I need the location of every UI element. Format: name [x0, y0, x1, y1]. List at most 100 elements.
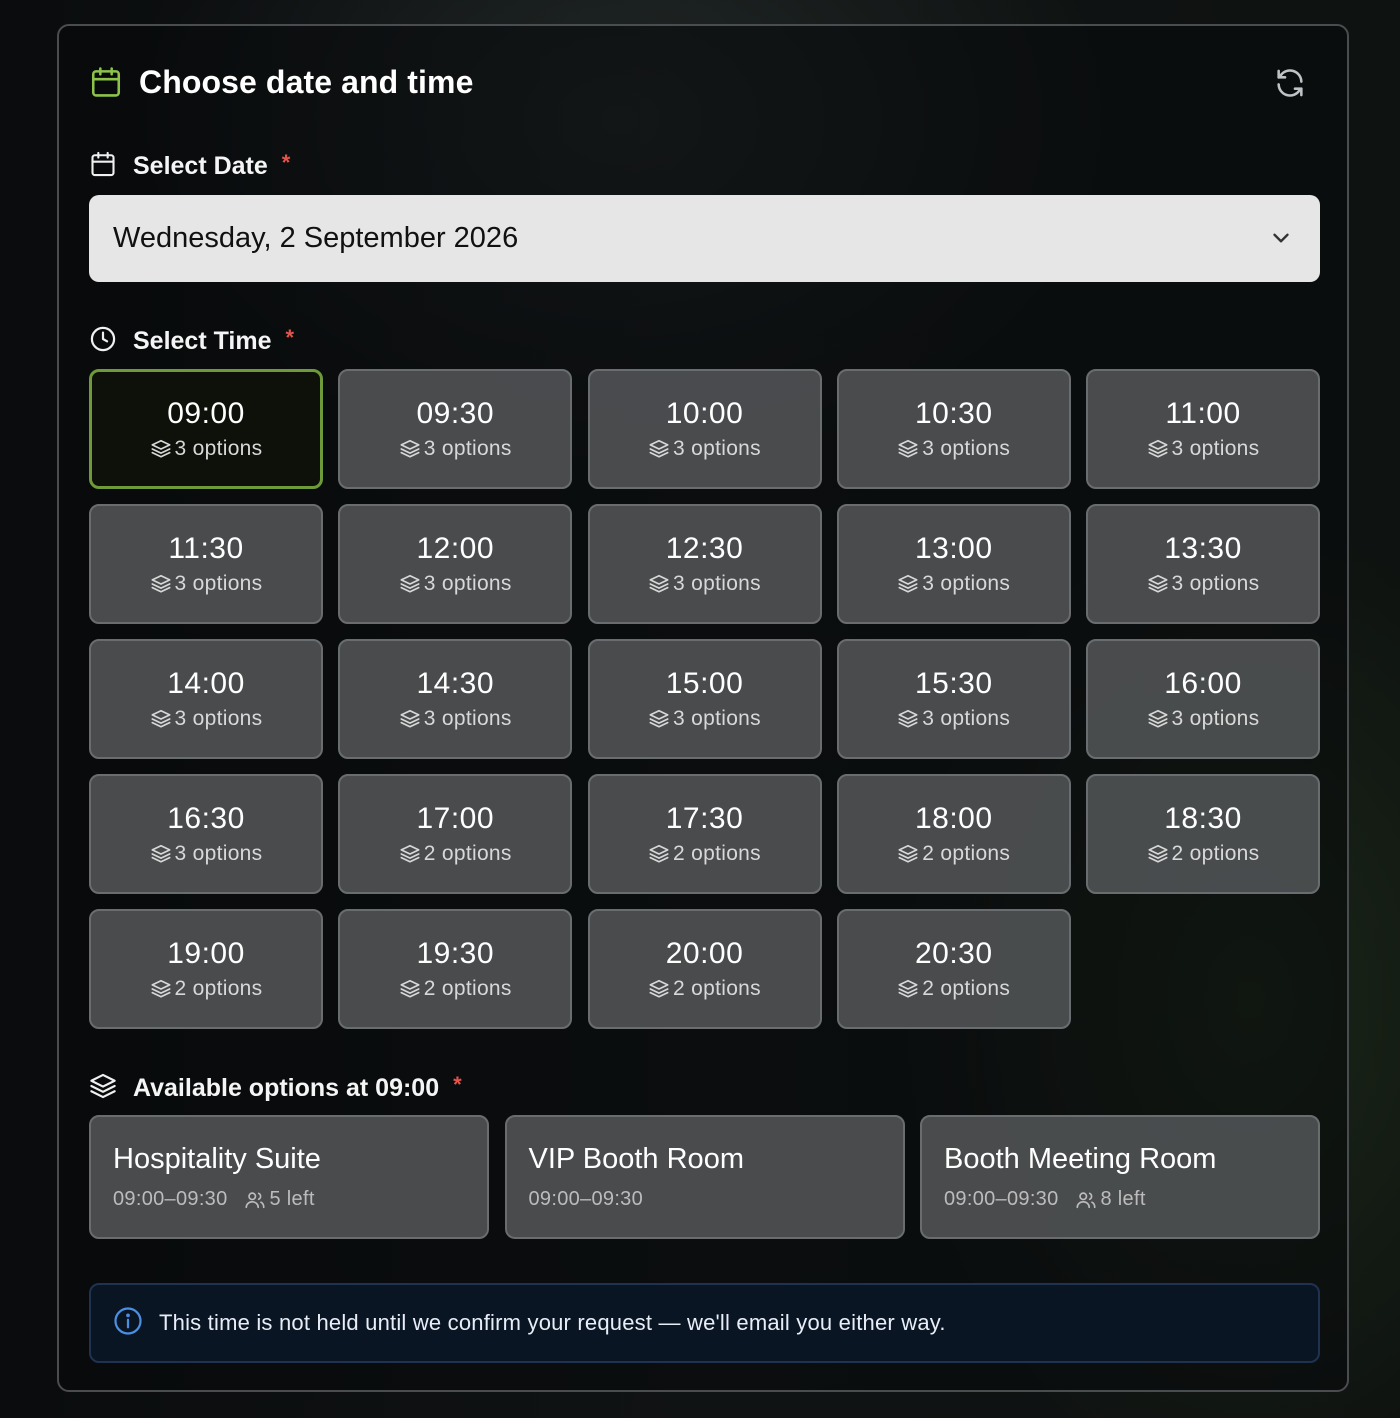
calendar-small-icon [89, 150, 117, 183]
layers-icon [150, 708, 175, 730]
select-time-label: Select Time [133, 327, 272, 355]
time-slot-options: 3 options [897, 572, 1010, 596]
time-slot-time: 12:30 [665, 532, 744, 565]
option-card[interactable]: Hospitality Suite 09:00–09:30 5 left [89, 1115, 489, 1239]
time-slot-time: 14:00 [167, 667, 245, 700]
required-marker: * [453, 1071, 462, 1097]
options-grid: Hospitality Suite 09:00–09:30 5 left VIP Bo… [89, 1115, 1320, 1239]
time-slot-options-count: 3 options [1171, 437, 1260, 460]
time-slot-button[interactable]: 20:00 2 options [587, 909, 822, 1029]
time-slot-options-count: 3 options [922, 437, 1011, 460]
time-slot-button[interactable]: 12:30 3 options [587, 504, 822, 624]
time-slot-button[interactable]: 16:00 3 options [1086, 639, 1320, 759]
time-slot-time: 11:30 [168, 532, 244, 565]
time-slot-options-count: 3 options [922, 572, 1011, 595]
time-slot-button[interactable]: 18:00 2 options [836, 774, 1071, 894]
time-slot-options-count: 2 options [1171, 842, 1260, 865]
time-slot-button[interactable]: 13:00 3 options [836, 504, 1071, 624]
time-slot-options-count: 3 options [423, 707, 512, 730]
time-slot-options: 3 options [399, 572, 512, 596]
time-slot-time: 12:00 [416, 532, 495, 565]
time-slot-time: 15:30 [914, 667, 993, 700]
time-slot-button[interactable]: 11:00 3 options [1086, 369, 1320, 489]
time-slot-button[interactable]: 09:00 3 options [89, 369, 323, 489]
options-label-row: Available options at 09:00 * [89, 1072, 462, 1105]
option-capacity-count: 5 left [269, 1188, 315, 1210]
time-slot-options: 2 options [150, 977, 263, 1001]
option-time-range: 09:00–09:30 [113, 1188, 228, 1210]
time-slot-time: 18:00 [914, 802, 993, 835]
time-slot-options-count: 3 options [423, 437, 512, 460]
time-slot-options: 2 options [399, 977, 512, 1001]
layers-icon [648, 573, 673, 595]
option-capacity: 5 left [244, 1188, 315, 1211]
layers-icon [897, 978, 922, 1000]
layers-icon [897, 843, 922, 865]
users-icon [244, 1189, 270, 1211]
option-name: VIP Booth Room [528, 1143, 744, 1175]
time-slot-options: 3 options [648, 572, 761, 596]
option-name: Hospitality Suite [113, 1143, 321, 1175]
options-label: Available options at 09:00 [133, 1074, 440, 1102]
time-slot-button[interactable]: 19:00 2 options [89, 909, 323, 1029]
time-slot-button[interactable]: 17:30 2 options [587, 774, 822, 894]
time-slot-button[interactable]: 14:00 3 options [89, 639, 323, 759]
time-slot-options: 3 options [399, 437, 512, 461]
layers-icon [897, 708, 922, 730]
date-select[interactable]: Wednesday, 2 September 2026 [89, 195, 1320, 282]
time-slot-options-count: 3 options [673, 572, 761, 595]
booking-card: Choose date and time Select Date * Wedne… [57, 24, 1349, 1392]
time-slot-button[interactable]: 10:30 3 options [836, 369, 1071, 489]
time-slot-button[interactable]: 10:00 3 options [587, 369, 822, 489]
refresh-icon[interactable] [1273, 66, 1307, 100]
time-slot-button[interactable]: 18:30 2 options [1086, 774, 1320, 894]
layers-icon [399, 438, 424, 460]
time-slot-time: 10:00 [665, 397, 744, 430]
time-slot-options: 3 options [150, 842, 263, 866]
time-slot-options-count: 3 options [174, 842, 263, 865]
layers-icon [399, 573, 424, 595]
time-slot-button[interactable]: 15:30 3 options [836, 639, 1071, 759]
option-card[interactable]: VIP Booth Room 09:00–09:30 [504, 1115, 905, 1239]
time-slot-options: 3 options [897, 707, 1010, 731]
time-slot-button[interactable]: 11:30 3 options [89, 504, 323, 624]
notice-banner: This time is not held until we confirm y… [89, 1283, 1320, 1363]
clock-icon [89, 325, 117, 358]
option-capacity: 8 left [1075, 1188, 1146, 1211]
calendar-icon [89, 65, 123, 99]
required-marker: * [285, 324, 295, 350]
time-slot-options-count: 2 options [423, 977, 512, 1000]
time-slot-button[interactable]: 09:30 3 options [338, 369, 573, 489]
time-slot-options: 3 options [648, 437, 761, 461]
layers-icon [150, 438, 175, 460]
time-slot-options: 3 options [150, 572, 263, 596]
layers-icon [399, 843, 424, 865]
time-slot-button[interactable]: 16:30 3 options [89, 774, 323, 894]
select-time-label-row: Select Time * [89, 325, 294, 358]
time-slot-button[interactable]: 14:30 3 options [338, 639, 573, 759]
required-marker: * [281, 149, 291, 175]
time-slot-button[interactable]: 19:30 2 options [338, 909, 573, 1029]
time-slot-time: 20:30 [914, 937, 993, 970]
time-slot-button[interactable]: 20:30 2 options [836, 909, 1071, 1029]
option-capacity-count: 8 left [1100, 1188, 1146, 1210]
time-slot-button[interactable]: 12:00 3 options [338, 504, 573, 624]
time-slot-button[interactable]: 15:00 3 options [587, 639, 822, 759]
time-slot-options-count: 2 options [922, 977, 1011, 1000]
time-slot-button[interactable]: 13:30 3 options [1086, 504, 1320, 624]
time-slot-grid: 09:00 3 options 09:30 3 options 10:00 3 optio… [89, 369, 1320, 1029]
layers-icon [1147, 438, 1172, 460]
option-meta: 09:00–09:30 8 left [944, 1188, 1296, 1211]
layers-icon [648, 708, 673, 730]
time-slot-button[interactable]: 17:00 2 options [338, 774, 573, 894]
time-slot-time: 09:30 [416, 397, 495, 430]
time-slot-options-count: 2 options [174, 977, 263, 1000]
option-card[interactable]: Booth Meeting Room 09:00–09:30 8 left [920, 1115, 1320, 1239]
time-slot-options-count: 3 options [174, 572, 263, 595]
card-header: Choose date and time [89, 62, 1317, 102]
time-slot-options-count: 3 options [174, 437, 263, 460]
time-slot-options-count: 3 options [174, 707, 263, 730]
time-slot-time: 10:30 [914, 397, 993, 430]
layers-icon [648, 978, 673, 1000]
date-select-value: Wednesday, 2 September 2026 [113, 222, 519, 254]
